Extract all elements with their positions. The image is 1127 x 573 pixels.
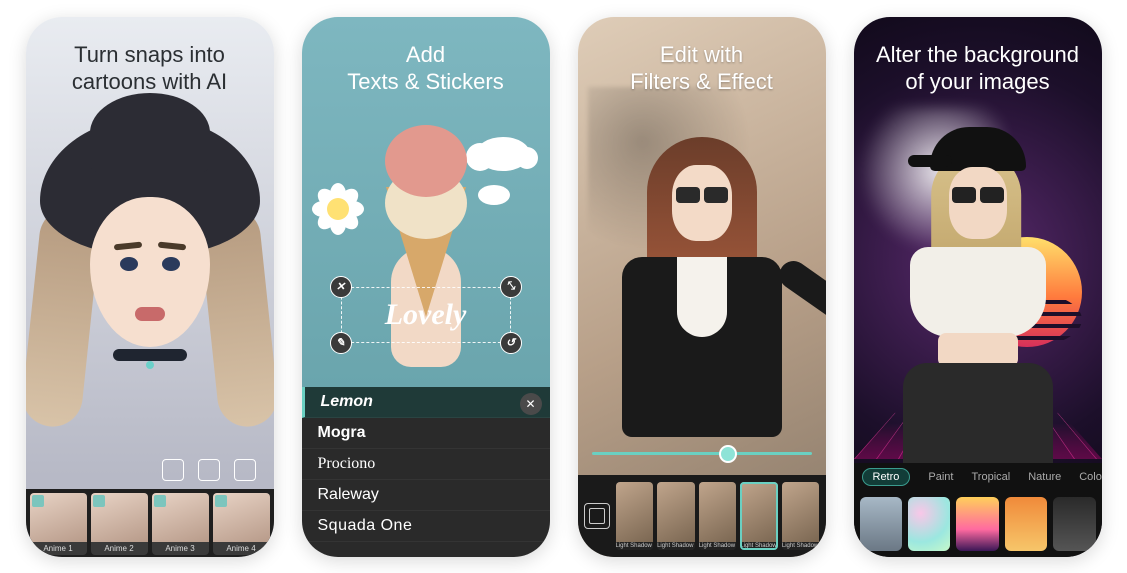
background-thumb[interactable] [860, 497, 902, 551]
style-thumb-label: Anime 1 [43, 542, 72, 555]
style-thumb[interactable]: Anime 1 [30, 493, 87, 555]
style-thumbnail-strip: Anime 1 Anime 2 Anime 3 Anime 4 [26, 489, 274, 557]
rotate-handle-icon[interactable]: ↺ [500, 332, 522, 354]
font-option[interactable]: Mogra [302, 418, 550, 449]
style-thumb-label: Anime 4 [226, 542, 255, 555]
category-tab[interactable]: Tropical [971, 471, 1010, 483]
category-tab[interactable]: Paint [928, 471, 953, 483]
square-icon[interactable] [162, 459, 184, 481]
font-picker-panel: ✕ Lemon Mogra Prociono Raleway Squada On… [302, 387, 550, 557]
daisy-sticker-icon[interactable] [316, 187, 360, 231]
headline: Edit with Filters & Effect [578, 41, 826, 96]
model-photo [612, 137, 792, 437]
filter-thumb[interactable]: Light Shadow 02 [657, 482, 695, 550]
screenshot-background-alter: Alter the background of your images Retr… [854, 17, 1102, 557]
cartoon-portrait-illustration [35, 117, 265, 437]
font-option[interactable]: Prociono [302, 449, 550, 480]
background-thumb[interactable] [908, 497, 950, 551]
user-badge-icon [32, 495, 44, 507]
text-overlay-box[interactable]: Lovely ✕ ⤡ ✎ ↺ [341, 287, 511, 343]
background-thumb[interactable] [1005, 497, 1047, 551]
category-tab[interactable]: Nature [1028, 471, 1061, 483]
compare-icon[interactable] [584, 503, 610, 529]
eraser-icon[interactable] [198, 459, 220, 481]
category-tab[interactable]: Retro [862, 468, 911, 486]
text-overlay-content: Lovely [385, 298, 467, 332]
slider-knob[interactable] [719, 445, 737, 463]
user-badge-icon [154, 495, 166, 507]
close-icon[interactable]: ✕ [520, 393, 542, 415]
filter-thumb[interactable]: Light Shadow 05 [782, 482, 820, 550]
screenshot-cartoon-ai: Turn snaps into cartoons with AI Anime 1… [26, 17, 274, 557]
crop-icon[interactable] [234, 459, 256, 481]
cloud-sticker-icon[interactable] [478, 185, 510, 205]
style-thumb[interactable]: Anime 2 [91, 493, 148, 555]
edit-toolbar [26, 459, 274, 485]
model-photo [878, 127, 1078, 457]
headline: Add Texts & Stickers [302, 41, 550, 96]
user-badge-icon [93, 495, 105, 507]
font-option[interactable]: Raleway [302, 480, 550, 511]
filter-thumb[interactable]: Light Shadow 04 [740, 482, 778, 550]
background-thumb[interactable] [956, 497, 998, 551]
screenshot-filters-effect: Edit with Filters & Effect Light Shadow … [578, 17, 826, 557]
edit-handle-icon[interactable]: ✎ [330, 332, 352, 354]
category-tab[interactable]: Color [1079, 471, 1101, 483]
delete-handle-icon[interactable]: ✕ [330, 276, 352, 298]
intensity-slider[interactable] [592, 443, 812, 465]
background-thumbnail-strip [854, 491, 1102, 557]
font-option[interactable]: Lemon [302, 387, 550, 418]
user-badge-icon [215, 495, 227, 507]
filter-thumb[interactable]: Light Shadow 01 [616, 482, 654, 550]
style-thumb[interactable]: Anime 3 [152, 493, 209, 555]
style-thumb[interactable]: Anime 4 [213, 493, 270, 555]
resize-handle-icon[interactable]: ⤡ [500, 276, 522, 298]
background-category-tabs: Retro Paint Tropical Nature Color [854, 463, 1102, 491]
background-thumb[interactable] [1053, 497, 1095, 551]
filter-thumb[interactable]: Light Shadow 03 [699, 482, 737, 550]
style-thumb-label: Anime 3 [165, 542, 194, 555]
headline: Alter the background of your images [854, 41, 1102, 96]
font-option[interactable]: Squada One [302, 511, 550, 542]
screenshot-text-stickers: Lovely ✕ ⤡ ✎ ↺ Add Texts & Stickers ✕ Le… [302, 17, 550, 557]
headline: Turn snaps into cartoons with AI [26, 41, 274, 96]
filter-thumbnail-strip: Light Shadow 01 Light Shadow 02 Light Sh… [578, 475, 826, 557]
cloud-sticker-icon[interactable] [476, 137, 530, 171]
style-thumb-label: Anime 2 [104, 542, 133, 555]
